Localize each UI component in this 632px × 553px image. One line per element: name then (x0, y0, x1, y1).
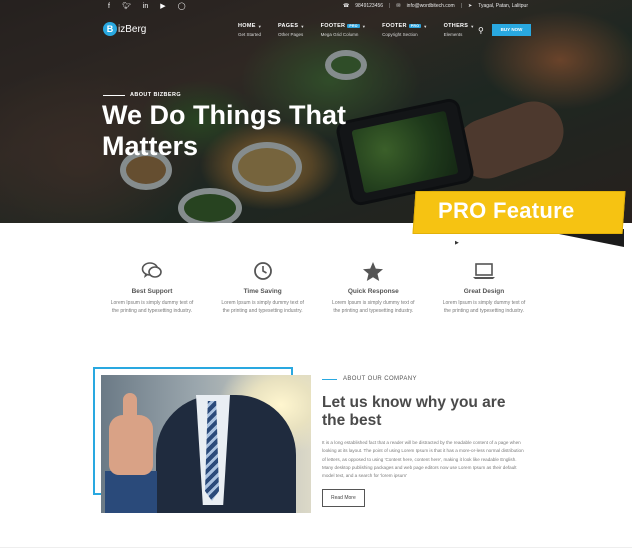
clock-icon (253, 260, 273, 282)
nav-item-home[interactable]: HOME ▼ Get Started (238, 23, 262, 37)
main-nav: B izBerg HOME ▼ Get Started PAGES ▼ Other … (0, 16, 632, 46)
facebook-icon[interactable]: f (108, 2, 110, 11)
pro-badge: PRO (408, 24, 422, 28)
chevron-down-icon: ▼ (470, 23, 475, 29)
hero-eyebrow-text: ABOUT BIZBERG (130, 92, 182, 98)
feature-desc: Lorem Ipsum is simply dummy text of the … (332, 300, 415, 314)
nav-item-label: FOOTER (320, 23, 346, 29)
pro-feature-banner: PRO Feature (412, 185, 628, 247)
chat-icon (141, 260, 163, 282)
nav-item-sub: Get Started (238, 32, 262, 37)
nav-item-label: PAGES (277, 23, 299, 29)
about-title: Let us know why you are the best (322, 394, 506, 429)
hero-title: We Do Things That Matters (102, 100, 346, 161)
read-more-button[interactable]: Read More (322, 489, 365, 508)
chevron-down-icon: ▼ (300, 23, 305, 29)
features-row: Best Support Lorem Ipsum is simply dummy… (108, 260, 528, 315)
nav-item-sub: Elements (443, 32, 463, 37)
nav-item-footer-copyright[interactable]: FOOTER PRO ▼ Copyright Section (382, 23, 427, 37)
nav-item-label: OTHERS (443, 23, 469, 29)
feature-title: Quick Response (347, 288, 399, 295)
linkedin-icon[interactable]: in (143, 2, 148, 11)
feature-item-design: Great Design Lorem Ipsum is simply dummy… (440, 260, 528, 315)
contact-info: ☎ 9849123456 | ✉ info@wordbitech.com | ➤… (343, 3, 528, 9)
sleeve-shape (105, 471, 157, 513)
divider (103, 94, 125, 96)
phone-icon: ☎ (343, 3, 350, 9)
phone-text[interactable]: 9849123456 (355, 3, 383, 9)
about-body: It is a long established fact that a rea… (322, 440, 524, 479)
about-image (101, 375, 311, 513)
instagram-icon[interactable]: ◯ (178, 2, 186, 11)
nav-item-others[interactable]: OTHERS ▼ Elements (444, 23, 475, 37)
nav-item-sub: Copyright Section (382, 32, 418, 37)
twitter-icon[interactable]: 🐦︎ (122, 2, 131, 11)
about-content: ABOUT OUR COMPANY Let us know why you ar… (322, 376, 527, 508)
laptop-icon (472, 260, 496, 282)
nav-item-footer-mega[interactable]: FOOTER PRO ▼ Mega Grid Column (321, 23, 366, 37)
feature-item-time: Time Saving Lorem Ipsum is simply dummy … (219, 260, 307, 315)
email-icon: ✉ (396, 3, 401, 9)
location-icon: ➤ (468, 3, 473, 9)
chevron-down-icon: ▼ (361, 23, 367, 29)
about-eyebrow-text: ABOUT OUR COMPANY (343, 376, 417, 382)
nav-item-sub: Mega Grid Column (320, 32, 359, 37)
buy-now-button[interactable]: BUY NOW (492, 24, 531, 36)
site-logo[interactable]: B izBerg (103, 22, 146, 36)
feature-desc: Lorem Ipsum is simply dummy text of the … (110, 300, 194, 314)
divider (0, 547, 632, 548)
feature-item-support: Best Support Lorem Ipsum is simply dummy… (108, 260, 196, 315)
feature-item-response: Quick Response Lorem Ipsum is simply dum… (329, 260, 417, 315)
feature-desc: Lorem Ipsum is simply dummy text of the … (442, 300, 526, 314)
social-links: f 🐦︎ in ▶ ◯ (108, 2, 186, 11)
divider (322, 378, 337, 380)
chevron-down-icon: ▼ (257, 23, 262, 29)
logo-text: izBerg (118, 23, 147, 35)
address-text: Tyagal, Patan, Lalitpur (478, 3, 528, 9)
pro-badge: PRO (347, 24, 360, 28)
logo-mark: B (103, 22, 117, 36)
search-icon[interactable]: ⚲ (478, 26, 484, 35)
pro-feature-label: PRO Feature (438, 198, 575, 223)
top-bar: f 🐦︎ in ▶ ◯ ☎ 9849123456 | ✉ info@wordbi… (0, 0, 632, 14)
nav-item-pages[interactable]: PAGES ▼ Other Pages (278, 23, 305, 37)
chevron-down-icon: ▼ (423, 23, 428, 29)
nav-item-sub: Other Pages (277, 32, 304, 37)
star-icon (362, 260, 384, 282)
email-text[interactable]: info@wordbitech.com (407, 3, 455, 9)
feature-title: Time Saving (243, 288, 282, 295)
about-eyebrow: ABOUT OUR COMPANY (322, 376, 527, 382)
thumbs-up-hand (109, 393, 153, 475)
divider: | (389, 3, 391, 9)
play-icon: ▶ (455, 240, 459, 246)
feature-desc: Lorem Ipsum is simply dummy text of the … (221, 300, 304, 314)
nav-menu: HOME ▼ Get Started PAGES ▼ Other Pages FOO… (238, 23, 475, 37)
divider: | (460, 3, 463, 9)
nav-item-label: HOME (238, 23, 256, 29)
feature-title: Best Support (131, 288, 173, 295)
feature-title: Great Design (463, 288, 505, 295)
nav-item-label: FOOTER (382, 23, 407, 29)
hero-eyebrow: ABOUT BIZBERG (103, 92, 181, 98)
youtube-icon[interactable]: ▶ (160, 2, 165, 11)
